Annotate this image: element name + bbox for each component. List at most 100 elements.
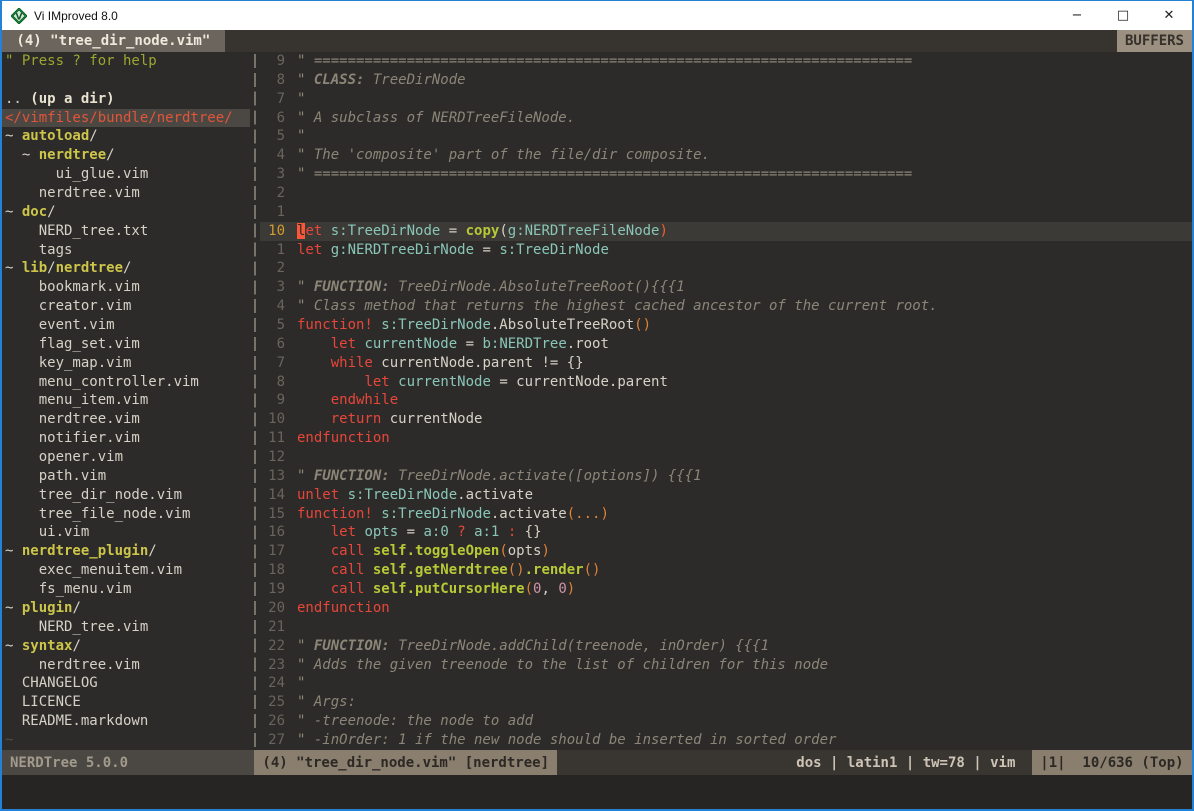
nerdtree-row[interactable]: ~ plugin/ — [2, 599, 250, 618]
code-line[interactable]: 1let g:NERDTreeDirNode = s:TreeDirNode — [260, 241, 1192, 260]
code-line[interactable]: 8 let currentNode = currentNode.parent — [260, 373, 1192, 392]
maximize-button[interactable]: □ — [1100, 1, 1146, 30]
code-line[interactable]: 24" — [260, 674, 1192, 693]
nerdtree-row[interactable] — [2, 71, 250, 90]
nerdtree-row[interactable]: bookmark.vim — [2, 278, 250, 297]
code-line[interactable]: 1 — [260, 203, 1192, 222]
code-line[interactable]: 7" — [260, 90, 1192, 109]
nerdtree-row[interactable]: tags — [2, 241, 250, 260]
code-line[interactable]: 25" Args: — [260, 693, 1192, 712]
buffers-label: BUFFERS — [1117, 30, 1192, 52]
line-number: 16 — [260, 523, 285, 542]
line-number: 26 — [260, 712, 285, 731]
main-area: " Press ? for help .. (up a dir)</vimfil… — [2, 52, 1192, 750]
code-line[interactable]: 16 let opts = a:0 ? a:1 : {} — [260, 523, 1192, 542]
nerdtree-row[interactable]: NERD_tree.vim — [2, 618, 250, 637]
code-line[interactable]: 9" =====================================… — [260, 52, 1192, 71]
code-line[interactable]: 10let s:TreeDirNode = copy(g:NERDTreeFil… — [260, 222, 1192, 241]
code-line[interactable]: 13" FUNCTION: TreeDirNode.activate([opti… — [260, 467, 1192, 486]
code-line[interactable]: 15function! s:TreeDirNode.activate(...) — [260, 505, 1192, 524]
nerdtree-row[interactable]: NERD_tree.txt — [2, 222, 250, 241]
code-line[interactable]: 3" FUNCTION: TreeDirNode.AbsoluteTreeRoo… — [260, 278, 1192, 297]
nerdtree-row[interactable]: ~ syntax/ — [2, 637, 250, 656]
nerdtree-row[interactable]: .. (up a dir) — [2, 90, 250, 109]
tab-tree-dir-node[interactable]: (4) "tree_dir_node.vim" — [2, 30, 225, 52]
window-separator[interactable] — [250, 52, 260, 750]
code-line[interactable]: 11endfunction — [260, 429, 1192, 448]
code-line[interactable]: 5" — [260, 127, 1192, 146]
nerdtree-row[interactable]: CHANGELOG — [2, 674, 250, 693]
code-line[interactable]: 5function! s:TreeDirNode.AbsoluteTreeRoo… — [260, 316, 1192, 335]
code-line[interactable]: 20endfunction — [260, 599, 1192, 618]
code-line[interactable]: 4" The 'composite' part of the file/dir … — [260, 146, 1192, 165]
nerdtree-row[interactable]: ~ — [2, 731, 250, 750]
code-line[interactable]: 9 endwhile — [260, 391, 1192, 410]
nerdtree-row[interactable]: tree_file_node.vim — [2, 505, 250, 524]
nerdtree-row[interactable]: menu_item.vim — [2, 391, 250, 410]
nerdtree-row[interactable]: opener.vim — [2, 448, 250, 467]
nerdtree-row[interactable]: nerdtree.vim — [2, 184, 250, 203]
code-line[interactable]: 21 — [260, 618, 1192, 637]
line-number: 27 — [260, 731, 285, 750]
nerdtree-row[interactable]: event.vim — [2, 316, 250, 335]
code-line[interactable]: 2 — [260, 259, 1192, 278]
code-line[interactable]: 6" A subclass of NERDTreeFileNode. — [260, 109, 1192, 128]
code-line[interactable]: 17 call self.toggleOpen(opts) — [260, 542, 1192, 561]
line-number: 3 — [260, 165, 285, 184]
nerdtree-row[interactable]: flag_set.vim — [2, 335, 250, 354]
nerdtree-row[interactable]: exec_menuitem.vim — [2, 561, 250, 580]
nerdtree-row[interactable]: path.vim — [2, 467, 250, 486]
nerdtree-row[interactable]: ~ doc/ — [2, 203, 250, 222]
nerdtree-row[interactable]: ~ nerdtree/ — [2, 146, 250, 165]
nerdtree-row[interactable]: ~ nerdtree_plugin/ — [2, 542, 250, 561]
code-line[interactable]: 23" Adds the given treenode to the list … — [260, 656, 1192, 675]
code-line[interactable]: 10 return currentNode — [260, 410, 1192, 429]
line-number: 4 — [260, 146, 285, 165]
code-line[interactable]: 12 — [260, 448, 1192, 467]
window-title: Vi IMproved 8.0 — [34, 9, 1054, 23]
code-line[interactable]: 18 call self.getNerdtree().render() — [260, 561, 1192, 580]
code-line[interactable]: 27" -inOrder: 1 if the new node should b… — [260, 731, 1192, 750]
code-line[interactable]: 3" =====================================… — [260, 165, 1192, 184]
code-line[interactable]: 22" FUNCTION: TreeDirNode.addChild(treen… — [260, 637, 1192, 656]
line-number: 9 — [260, 52, 285, 71]
nerdtree-row[interactable]: nerdtree.vim — [2, 656, 250, 675]
minimize-button[interactable]: − — [1054, 1, 1100, 30]
nerdtree-row[interactable]: ~ autoload/ — [2, 127, 250, 146]
nerdtree-row[interactable]: " Press ? for help — [2, 52, 250, 71]
nerdtree-row[interactable]: tree_dir_node.vim — [2, 486, 250, 505]
command-line[interactable] — [2, 775, 1192, 809]
title-bar: V Vi IMproved 8.0 − □ ✕ — [2, 1, 1192, 30]
nerdtree-row[interactable]: fs_menu.vim — [2, 580, 250, 599]
nerdtree-row[interactable]: ~ lib/nerdtree/ — [2, 259, 250, 278]
vim-icon[interactable]: V — [11, 8, 27, 24]
nerdtree-root-path[interactable]: </vimfiles/bundle/nerdtree/ — [2, 109, 250, 128]
vim-window: V Vi IMproved 8.0 − □ ✕ (4) "tree_dir_no… — [0, 0, 1194, 811]
nerdtree-row[interactable]: key_map.vim — [2, 354, 250, 373]
code-line[interactable]: 6 let currentNode = b:NERDTree.root — [260, 335, 1192, 354]
nerdtree-row[interactable]: nerdtree.vim — [2, 410, 250, 429]
code-line[interactable]: 14unlet s:TreeDirNode.activate — [260, 486, 1192, 505]
nerdtree-row[interactable]: notifier.vim — [2, 429, 250, 448]
nerdtree-row[interactable]: menu_controller.vim — [2, 373, 250, 392]
nerdtree-row[interactable]: ui_glue.vim — [2, 165, 250, 184]
code-line[interactable]: 2 — [260, 184, 1192, 203]
nerdtree-row[interactable]: README.markdown — [2, 712, 250, 731]
line-number: 6 — [260, 335, 285, 354]
code-line[interactable]: 7 while currentNode.parent != {} — [260, 354, 1192, 373]
line-number: 14 — [260, 486, 285, 505]
line-number: 2 — [260, 184, 285, 203]
close-button[interactable]: ✕ — [1146, 1, 1192, 30]
nerdtree-row[interactable]: LICENCE — [2, 693, 250, 712]
line-number: 24 — [260, 674, 285, 693]
code-line[interactable]: 26" -treenode: the node to add — [260, 712, 1192, 731]
line-number: 7 — [260, 354, 285, 373]
code-line[interactable]: 19 call self.putCursorHere(0, 0) — [260, 580, 1192, 599]
tab-line: (4) "tree_dir_node.vim" BUFFERS — [2, 30, 1192, 52]
nerdtree-row[interactable]: ui.vim — [2, 523, 250, 542]
nerdtree-row[interactable]: creator.vim — [2, 297, 250, 316]
code-line[interactable]: 8" CLASS: TreeDirNode — [260, 71, 1192, 90]
line-number: 8 — [260, 373, 285, 392]
code-line[interactable]: 4" Class method that returns the highest… — [260, 297, 1192, 316]
line-number: 10 — [260, 410, 285, 429]
